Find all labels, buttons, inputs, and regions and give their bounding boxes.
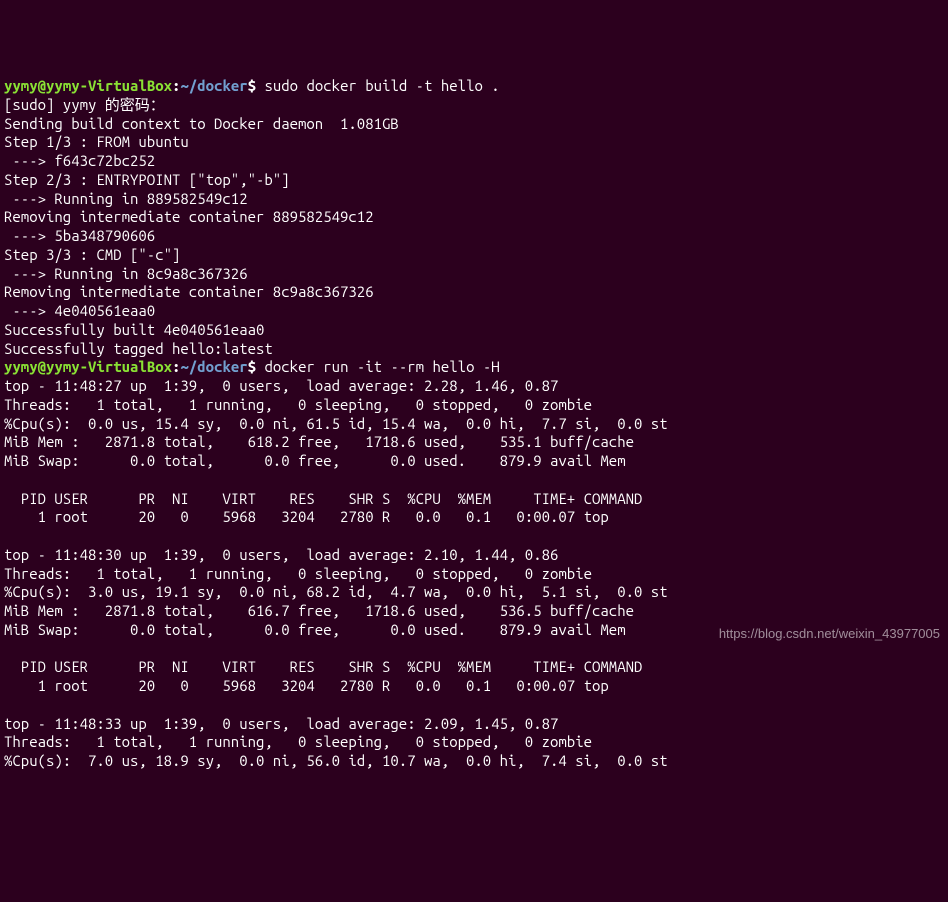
top-output-line: %Cpu(s): 3.0 us, 19.1 sy, 0.0 ni, 68.2 i… (4, 583, 668, 600)
build-output-line: Successfully tagged hello:latest (4, 340, 273, 357)
top-output-line: top - 11:48:27 up 1:39, 0 users, load av… (4, 377, 558, 394)
top-output-line: top - 11:48:33 up 1:39, 0 users, load av… (4, 715, 558, 732)
build-output-line: [sudo] yymy 的密码： (4, 96, 165, 113)
top-output-line: MiB Swap: 0.0 total, 0.0 free, 0.0 used.… (4, 621, 626, 638)
top-output-line: Threads: 1 total, 1 running, 0 sleeping,… (4, 733, 592, 750)
top-output-line: PID USER PR NI VIRT RES SHR S %CPU %MEM … (4, 658, 642, 675)
prompt-slash: / (189, 77, 197, 94)
build-output-line: ---> Running in 889582549c12 (4, 190, 248, 207)
top-output-line: top - 11:48:30 up 1:39, 0 users, load av… (4, 546, 558, 563)
build-output-line: Sending build context to Docker daemon 1… (4, 115, 399, 132)
prompt-user: yymy (4, 358, 38, 375)
prompt-path: docker (197, 358, 247, 375)
top-output-line: Threads: 1 total, 1 running, 0 sleeping,… (4, 565, 592, 582)
build-output-line: ---> 5ba348790606 (4, 227, 155, 244)
top-output-line: MiB Mem : 2871.8 total, 616.7 free, 1718… (4, 602, 634, 619)
top-output-line: %Cpu(s): 7.0 us, 18.9 sy, 0.0 ni, 56.0 i… (4, 752, 668, 769)
prompt-dollar: $ (248, 358, 256, 375)
prompt-tilde: ~ (180, 77, 188, 94)
prompt-host: yymy-VirtualBox (46, 77, 172, 94)
build-output-line: Step 2/3 : ENTRYPOINT ["top","-b"] (4, 171, 290, 188)
command-text-2: docker run -it --rm hello -H (264, 358, 499, 375)
top-output-line: 1 root 20 0 5968 3204 2780 R 0.0 0.1 0:0… (4, 677, 609, 694)
build-output-line: ---> Running in 8c9a8c367326 (4, 265, 248, 282)
build-output-line: Removing intermediate container 88958254… (4, 208, 374, 225)
prompt-line-2: yymy@yymy-VirtualBox:~/docker$ docker ru… (4, 358, 500, 375)
prompt-user: yymy (4, 77, 38, 94)
top-output-line: 1 root 20 0 5968 3204 2780 R 0.0 0.1 0:0… (4, 508, 609, 525)
build-output-line: ---> 4e040561eaa0 (4, 302, 155, 319)
prompt-dollar: $ (248, 77, 256, 94)
build-output-line: Removing intermediate container 8c9a8c36… (4, 283, 374, 300)
prompt-line-1: yymy@yymy-VirtualBox:~/docker$ sudo dock… (4, 77, 500, 94)
command-text-1: sudo docker build -t hello . (264, 77, 499, 94)
build-output-line: ---> f643c72bc252 (4, 152, 155, 169)
prompt-path: docker (197, 77, 247, 94)
prompt-at: @ (38, 77, 46, 94)
build-output-line: Step 1/3 : FROM ubuntu (4, 133, 189, 150)
prompt-slash: / (189, 358, 197, 375)
top-output-line: Threads: 1 total, 1 running, 0 sleeping,… (4, 396, 592, 413)
top-output-line: PID USER PR NI VIRT RES SHR S %CPU %MEM … (4, 490, 642, 507)
prompt-tilde: ~ (180, 358, 188, 375)
terminal-viewport[interactable]: yymy@yymy-VirtualBox:~/docker$ sudo dock… (4, 77, 944, 771)
build-output-line: Successfully built 4e040561eaa0 (4, 321, 264, 338)
top-output-line: MiB Mem : 2871.8 total, 618.2 free, 1718… (4, 433, 634, 450)
prompt-at: @ (38, 358, 46, 375)
top-output-line: MiB Swap: 0.0 total, 0.0 free, 0.0 used.… (4, 452, 626, 469)
build-output-line: Step 3/3 : CMD ["-c"] (4, 246, 180, 263)
top-output-line: %Cpu(s): 0.0 us, 15.4 sy, 0.0 ni, 61.5 i… (4, 415, 668, 432)
prompt-host: yymy-VirtualBox (46, 358, 172, 375)
